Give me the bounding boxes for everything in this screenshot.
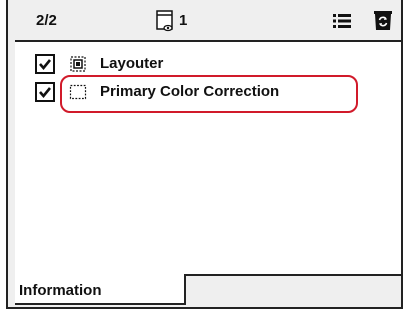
clip-count: 1 [179, 12, 188, 29]
enable-checkbox[interactable] [35, 82, 55, 102]
list-item-label: Layouter [100, 55, 164, 72]
trash-icon[interactable] [373, 8, 393, 32]
tab-divider [186, 274, 401, 276]
color-correction-icon [69, 83, 87, 101]
clip-view-icon[interactable] [156, 10, 174, 32]
enable-checkbox[interactable] [35, 54, 55, 74]
effect-counter: 2/2 [36, 12, 57, 29]
list-item[interactable]: Primary Color Correction [15, 80, 401, 106]
tab-bar: Information [15, 274, 401, 307]
layouter-icon [69, 55, 87, 73]
list-item-label: Primary Color Correction [100, 83, 280, 100]
tab-label: Information [19, 282, 102, 299]
list-item[interactable]: Layouter [15, 52, 401, 78]
tab-information[interactable]: Information [15, 274, 186, 305]
effect-palette-panel: 2/2 1 Layouter Primary Color Correction … [6, 0, 403, 309]
list-icon[interactable] [333, 14, 351, 28]
effect-list: Layouter Primary Color Correction [15, 40, 401, 276]
panel-header: 2/2 1 [8, 0, 401, 40]
